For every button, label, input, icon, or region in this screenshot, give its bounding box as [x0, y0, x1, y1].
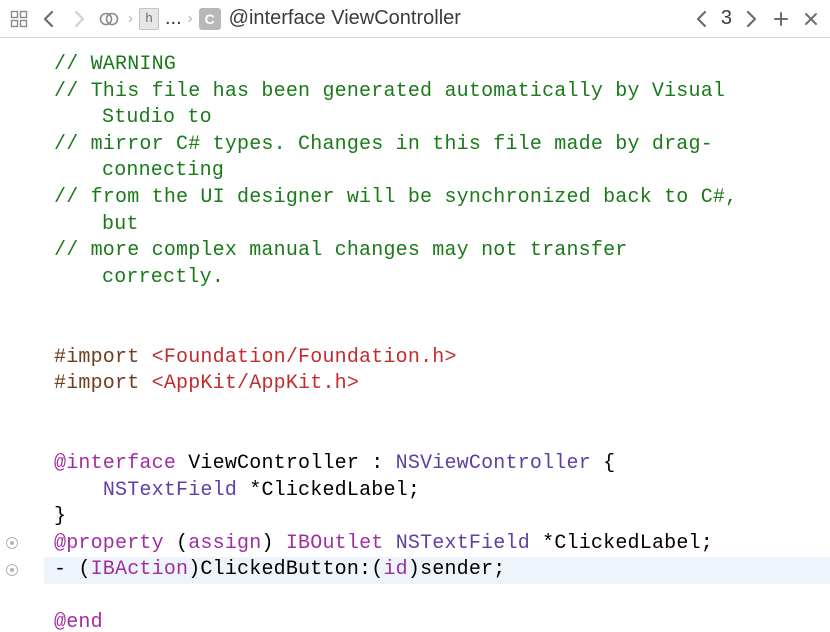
- breadcrumb-toolbar: › h ... › C @interface ViewController 3: [0, 0, 830, 38]
- code-keyword: @interface: [54, 452, 176, 475]
- code-keyword: IBAction: [91, 558, 189, 581]
- breadcrumb-separator: ›: [188, 10, 193, 27]
- code-keyword: @property: [54, 532, 164, 555]
- code-keyword: IBOutlet: [286, 532, 384, 555]
- action-connection-indicator[interactable]: [6, 564, 18, 576]
- code-import-header: <AppKit/AppKit.h>: [152, 372, 359, 395]
- code-comment: // mirror C# types. Changes in this file…: [54, 133, 713, 156]
- code-keyword: assign: [188, 532, 261, 555]
- code-type: NSTextField: [103, 479, 237, 502]
- code-preprocessor: #import: [54, 346, 139, 369]
- close-editor-button[interactable]: [798, 6, 824, 32]
- counterparts-icon[interactable]: [96, 6, 122, 32]
- code-area[interactable]: // WARNING // This file has been generat…: [44, 38, 830, 632]
- code-comment: Studio to: [102, 106, 212, 129]
- outlet-connection-indicator[interactable]: [6, 537, 18, 549]
- breadcrumb-ellipsis[interactable]: ...: [165, 7, 182, 30]
- code-import-header: <Foundation/Foundation.h>: [152, 346, 457, 369]
- issue-count: 3: [721, 7, 732, 30]
- code-keyword: @end: [54, 611, 103, 632]
- prev-issue-button[interactable]: [689, 6, 715, 32]
- code-keyword: id: [383, 558, 407, 581]
- gutter[interactable]: [0, 38, 44, 632]
- forward-button[interactable]: [66, 6, 92, 32]
- code-type: NSViewController: [396, 452, 591, 475]
- breadcrumb-separator: ›: [128, 10, 133, 27]
- code-comment: correctly.: [102, 266, 224, 289]
- next-issue-button[interactable]: [738, 6, 764, 32]
- breadcrumb-symbol[interactable]: @interface ViewController: [229, 7, 461, 30]
- code-comment: // WARNING: [54, 53, 176, 76]
- code-comment: // more complex manual changes may not t…: [54, 239, 640, 262]
- code-comment: // This file has been generated automati…: [54, 80, 737, 103]
- code-type: NSTextField: [396, 532, 530, 555]
- class-icon[interactable]: C: [199, 8, 221, 30]
- related-items-icon[interactable]: [6, 6, 32, 32]
- code-identifier: ViewController: [188, 452, 359, 475]
- code-comment: // from the UI designer will be synchron…: [54, 186, 750, 209]
- file-icon[interactable]: h: [139, 8, 159, 30]
- add-editor-button[interactable]: [768, 6, 794, 32]
- code-comment: but: [102, 213, 139, 236]
- code-preprocessor: #import: [54, 372, 139, 395]
- back-button[interactable]: [36, 6, 62, 32]
- code-editor[interactable]: // WARNING // This file has been generat…: [0, 38, 830, 632]
- code-comment: connecting: [102, 159, 224, 182]
